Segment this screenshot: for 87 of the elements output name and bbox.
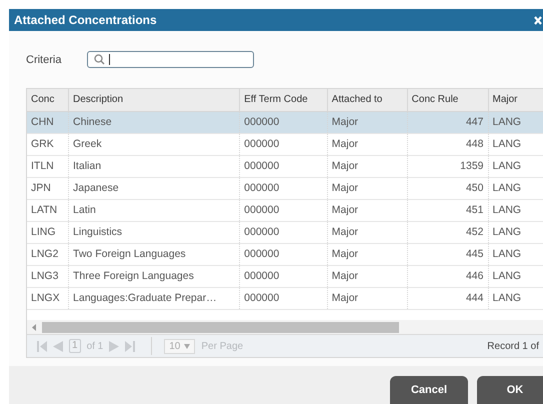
record-count: Record 1 of [487,340,539,352]
table-cell: Two Foreign Languages [69,244,240,265]
table-cell: LATN [27,200,70,221]
column-header[interactable]: Conc Rule [408,89,488,111]
table-cell: LANG [488,244,543,265]
table-cell: 452 [408,222,488,243]
column-header[interactable]: Major [488,89,543,111]
table-cell: Major [328,222,408,243]
column-header[interactable]: Eff Term Code [240,89,328,111]
table-cell: LING [27,222,70,243]
table-cell: Three Foreign Languages [69,266,240,287]
table-cell: Chinese [69,112,240,133]
table-cell: LANG [488,134,543,155]
table-cell: GRK [27,134,70,155]
table-cell: LANG [488,156,543,177]
per-page-label: Per Page [201,340,244,352]
table-cell: Japanese [69,178,240,199]
table-row[interactable]: GRK Greek 000000 Major 448 LANG [27,134,543,156]
table-row[interactable]: CHN Chinese 000000 Major 447 LANG [27,112,543,134]
first-page-icon[interactable] [37,340,47,352]
table-row[interactable]: LING Linguistics 000000 Major 452 LANG [27,222,543,244]
table-cell: LANG [488,222,543,243]
table-cell: CHN [27,112,70,133]
table-cell: 000000 [240,222,328,243]
table-cell: Major [328,244,408,265]
next-page-icon[interactable] [109,340,120,352]
search-field[interactable] [87,51,254,68]
table-cell: Italian [69,156,240,177]
table-cell: Major [328,178,408,199]
table-row[interactable]: LNG2 Two Foreign Languages 000000 Major 445 LANG [27,244,543,266]
table-cell: LNG2 [27,244,70,265]
cancel-button[interactable]: Cancel [390,376,468,404]
table-cell: LANG [488,178,543,199]
table-cell: 000000 [240,134,328,155]
table-cell: 446 [408,266,488,287]
table-cell: Major [328,112,408,133]
scrollbar-thumb[interactable] [42,322,399,332]
table-cell: LANG [488,288,543,309]
horizontal-scrollbar[interactable] [27,320,543,334]
table-cell: 448 [408,134,488,155]
dropdown-icon [184,344,190,348]
table-cell: Major [328,134,408,155]
table-cell: 444 [408,288,488,309]
table-cell: JPN [27,178,70,199]
table-cell: Major [328,156,408,177]
table-row[interactable]: LNGX Languages:Graduate Prepar… 000000 Major 444 LANG [27,288,543,310]
table-cell: 000000 [240,266,328,287]
table-row[interactable]: JPN Japanese 000000 Major 450 LANG [27,178,543,200]
table-row[interactable]: LATN Latin 000000 Major 451 LANG [27,200,543,222]
column-header[interactable]: Description [69,89,240,111]
ok-button[interactable]: OK [477,376,543,404]
table-cell: 000000 [240,112,328,133]
table-cell: Latin [69,200,240,221]
table-cell: 000000 [240,178,328,199]
column-header[interactable]: Attached to [328,89,408,111]
table-cell: 445 [408,244,488,265]
table-cell: Languages:Graduate Prepar… [69,288,240,309]
table-row[interactable]: ITLN Italian 000000 Major 1359 LANG [27,156,543,178]
table-cell: Major [328,266,408,287]
table-cell: Greek [69,134,240,155]
criteria-label: Criteria [26,54,62,66]
column-header[interactable]: Conc [27,89,70,111]
table-cell: LANG [488,266,543,287]
scroll-left-icon[interactable] [32,324,37,330]
page-count: of 1 [86,340,104,352]
table-cell: LNGX [27,288,70,309]
table-cell: Major [328,200,408,221]
table-cell: 447 [408,112,488,133]
close-icon[interactable] [534,16,542,24]
table-cell: 000000 [240,156,328,177]
table-row[interactable]: LNG3 Three Foreign Languages 000000 Major 446 LANG [27,266,543,288]
dialog-title: Attached Concentrations [14,13,157,27]
table-cell: Major [328,288,408,309]
table-cell: LNG3 [27,266,70,287]
table-cell: 1359 [408,156,488,177]
previous-page-icon[interactable] [53,340,63,352]
table-cell: ITLN [27,156,70,177]
table-cell: 000000 [240,200,328,221]
table-cell: 450 [408,178,488,199]
table-cell: 000000 [240,288,328,309]
table-cell: LANG [488,200,543,221]
table-cell: LANG [488,112,543,133]
search-icon [94,54,105,65]
table-cell: Linguistics [69,222,240,243]
table-cell: 451 [408,200,488,221]
table-cell: 000000 [240,244,328,265]
last-page-icon[interactable] [125,340,136,352]
